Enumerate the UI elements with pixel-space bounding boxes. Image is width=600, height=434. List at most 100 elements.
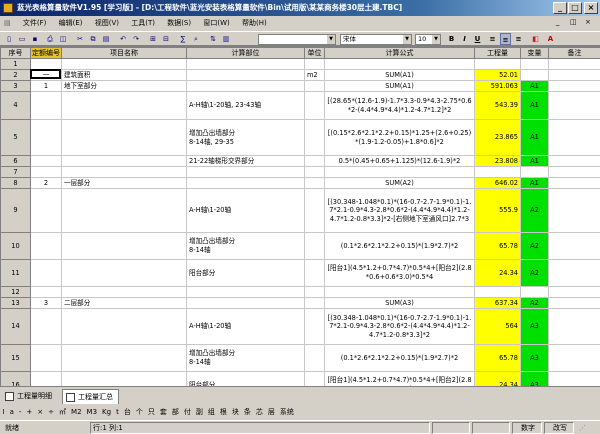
row-number[interactable]: 12 bbox=[0, 286, 31, 298]
variable-cell[interactable]: A2 bbox=[520, 188, 549, 233]
row-number[interactable]: 6 bbox=[0, 155, 31, 167]
remark-cell[interactable] bbox=[548, 344, 600, 372]
remark-cell[interactable] bbox=[548, 119, 600, 156]
align-right-button[interactable]: ≡ bbox=[513, 33, 524, 45]
symbol-button[interactable]: t bbox=[114, 405, 122, 419]
symbol-button[interactable]: 块 bbox=[229, 405, 241, 419]
table-row[interactable]: 2 一建筑面积 m2 SUM(A1) 52.01 bbox=[0, 69, 600, 81]
remark-cell[interactable] bbox=[548, 155, 600, 167]
row-number[interactable]: 13 bbox=[0, 297, 31, 309]
unit-cell[interactable]: m2 bbox=[304, 69, 325, 81]
preview-icon[interactable]: ◫ bbox=[57, 33, 69, 45]
location-cell[interactable] bbox=[186, 166, 305, 178]
item-name-cell[interactable] bbox=[61, 166, 187, 178]
delete-row-icon[interactable]: ⊟ bbox=[160, 33, 172, 45]
table-row[interactable]: 11 阳台部分 [阳台1](4.5*1.2+0.7*4.7)*0.5*4+[阳台2]… bbox=[0, 259, 600, 287]
formula-cell[interactable]: 0.5*(0.45+0.65+1.125)*(12.6-1.9)*2 bbox=[324, 155, 475, 167]
child-restore-button[interactable]: ◫ bbox=[570, 18, 577, 26]
menu-window[interactable]: 窗口(W) bbox=[198, 16, 234, 31]
symbol-button[interactable]: 芯 bbox=[253, 405, 265, 419]
item-name-cell[interactable] bbox=[61, 308, 187, 345]
item-name-cell[interactable] bbox=[61, 259, 187, 287]
item-name-cell[interactable] bbox=[61, 371, 187, 386]
symbol-button[interactable]: Ⅰ bbox=[0, 405, 7, 419]
row-number[interactable]: 10 bbox=[0, 232, 31, 260]
location-cell[interactable]: 21-22轴梯形交界部分 bbox=[186, 155, 305, 167]
variable-cell[interactable] bbox=[520, 286, 549, 298]
quantity-cell[interactable]: 591.063 bbox=[474, 80, 521, 92]
table-row[interactable]: 10 增加凸出墙部分 8-14轴 (0.1*2.6*2.1*2.2+0.15)*(1… bbox=[0, 232, 600, 260]
remark-cell[interactable] bbox=[548, 58, 600, 70]
quantity-cell[interactable]: 65.78 bbox=[474, 232, 521, 260]
remark-cell[interactable] bbox=[548, 371, 600, 386]
table-row[interactable]: 14 A-H轴\1-20轴 [(30.348-1.048*0.1)*(16-0.7-… bbox=[0, 308, 600, 345]
unit-cell[interactable] bbox=[304, 232, 325, 260]
title-bar[interactable]: 蓝光表格算量软件V1.95 [学习版] - [D:\工程软件\蓝光安装表格算量软… bbox=[0, 0, 600, 16]
table-row[interactable]: 8 2 一层部分 SUM(A2) 646.02 A1 bbox=[0, 177, 600, 189]
unit-cell[interactable] bbox=[304, 259, 325, 287]
variable-cell[interactable]: A2 bbox=[520, 259, 549, 287]
remark-cell[interactable] bbox=[548, 69, 600, 81]
table-row[interactable]: 4 A-H轴\1-20轴, 23-43轴 [(28.65*(12.6-1.9)-1.… bbox=[0, 91, 600, 120]
quantity-cell[interactable]: 24.34 bbox=[474, 259, 521, 287]
fill-color-button[interactable]: ◧ bbox=[530, 33, 541, 45]
quota-code-cell[interactable] bbox=[30, 155, 62, 167]
tab-quantity-detail[interactable]: 工程量明细 bbox=[2, 389, 57, 404]
child-minimize-button[interactable]: _ bbox=[556, 18, 560, 26]
location-cell[interactable] bbox=[186, 177, 305, 189]
quantity-cell[interactable]: 637.34 bbox=[474, 297, 521, 309]
formula-cell[interactable]: (0.1*2.6*2.1*2.2+0.15)*(1.9*2.7)*2 bbox=[324, 232, 475, 260]
item-name-cell[interactable]: 地下室部分 bbox=[61, 80, 187, 92]
quota-code-cell[interactable] bbox=[30, 188, 62, 233]
item-name-cell[interactable] bbox=[61, 91, 187, 120]
row-number[interactable]: 4 bbox=[0, 91, 31, 120]
unit-cell[interactable] bbox=[304, 91, 325, 120]
remark-cell[interactable] bbox=[548, 286, 600, 298]
quantity-cell[interactable]: 564 bbox=[474, 308, 521, 345]
location-cell[interactable]: A-H轴\1-20轴 bbox=[186, 308, 305, 345]
location-cell[interactable] bbox=[186, 69, 305, 81]
symbol-button[interactable]: 部 bbox=[169, 405, 181, 419]
tab-quantity-summary[interactable]: 工程量汇总 bbox=[62, 389, 119, 404]
find-icon[interactable]: ⌕ bbox=[190, 33, 202, 45]
item-name-cell[interactable] bbox=[61, 119, 187, 156]
formula-cell[interactable]: SUM(A1) bbox=[324, 69, 475, 81]
row-number[interactable]: 16 bbox=[0, 371, 31, 386]
location-cell[interactable]: 阳台部分 bbox=[186, 371, 305, 386]
formula-cell[interactable]: [(30.348-1.048*0.1)*(16-0.7-2.7-1.9*0.1)… bbox=[324, 188, 475, 233]
menu-file[interactable]: 文件(F) bbox=[18, 16, 52, 31]
table-row[interactable]: 9 A-H轴\1-20轴 [(30.348-1.048*0.1)*(16-0.7-2… bbox=[0, 188, 600, 233]
quantity-cell[interactable]: 543.39 bbox=[474, 91, 521, 120]
unit-cell[interactable] bbox=[304, 58, 325, 70]
symbol-button[interactable]: - bbox=[16, 405, 24, 419]
location-cell[interactable] bbox=[186, 58, 305, 70]
item-name-cell[interactable] bbox=[61, 344, 187, 372]
location-cell[interactable]: 增加凸出墙部分 8-14轴, 29-35 bbox=[186, 119, 305, 156]
symbol-button[interactable]: 副 bbox=[193, 405, 205, 419]
quantity-cell[interactable]: 555.9 bbox=[474, 188, 521, 233]
unit-cell[interactable] bbox=[304, 177, 325, 189]
quota-code-cell[interactable] bbox=[30, 371, 62, 386]
formula-cell[interactable]: SUM(A3) bbox=[324, 297, 475, 309]
symbol-button[interactable]: 条 bbox=[241, 405, 253, 419]
row-number[interactable]: 5 bbox=[0, 119, 31, 156]
col-header-unit[interactable]: 单位 bbox=[304, 47, 325, 59]
remark-cell[interactable] bbox=[548, 166, 600, 178]
variable-cell[interactable]: A2 bbox=[520, 232, 549, 260]
save-icon[interactable]: ▪ bbox=[29, 33, 41, 45]
item-name-cell[interactable] bbox=[61, 232, 187, 260]
variable-cell[interactable]: A1 bbox=[520, 177, 549, 189]
location-cell[interactable]: 阳台部分 bbox=[186, 259, 305, 287]
formula-cell[interactable]: SUM(A2) bbox=[324, 177, 475, 189]
quota-code-cell[interactable] bbox=[30, 91, 62, 120]
doc-menu-icon[interactable]: ▤ bbox=[0, 16, 16, 31]
symbol-button[interactable]: + bbox=[24, 405, 35, 419]
row-number[interactable]: 2 bbox=[0, 69, 31, 81]
unit-cell[interactable] bbox=[304, 344, 325, 372]
underline-button[interactable]: U bbox=[472, 33, 483, 45]
symbol-button[interactable]: 套 bbox=[157, 405, 169, 419]
symbol-button[interactable]: ㎡ bbox=[57, 405, 69, 419]
remark-cell[interactable] bbox=[548, 80, 600, 92]
cut-icon[interactable]: ✂ bbox=[74, 33, 86, 45]
symbol-button[interactable]: 根 bbox=[217, 405, 229, 419]
